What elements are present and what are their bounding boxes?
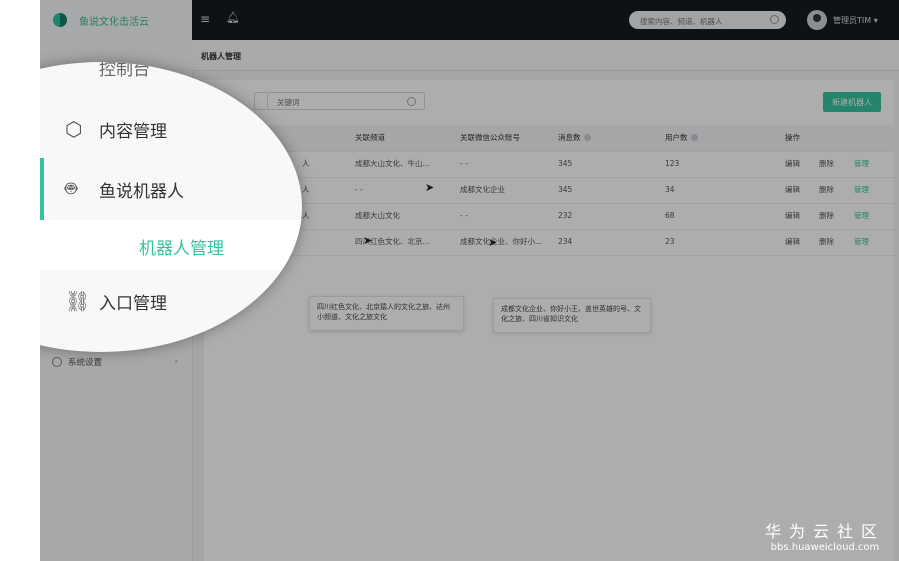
watermark-url: bbs.huaweicloud.com bbox=[770, 542, 880, 553]
mag-item-label: 鱼说机器人 bbox=[99, 181, 184, 202]
mag-item-label: 入口管理 bbox=[99, 293, 167, 314]
mag-subitem-label: 机器人管理 bbox=[139, 239, 224, 259]
link-icon: ⛓︎ bbox=[65, 289, 91, 313]
robot-icon: 🤖︎ bbox=[65, 176, 77, 200]
sidebar-magnifier: 控制台 ⬡ 内容管理 🤖︎ 鱼说机器人 机器人管理 ⛓︎ 入口管理 ⌄ bbox=[40, 62, 302, 352]
active-indicator bbox=[40, 158, 44, 220]
mag-item-label: 控制台 bbox=[99, 62, 150, 80]
watermark-title: 华为云社区 bbox=[764, 522, 885, 541]
cube-icon: ⬡ bbox=[65, 117, 83, 141]
watermark: 华为云社区 bbs.huaweicloud.com bbox=[765, 518, 885, 553]
mag-item-label: 内容管理 bbox=[99, 121, 167, 142]
mag-subitem-robot-manage[interactable]: 机器人管理 bbox=[40, 220, 302, 270]
mag-item-entry[interactable]: ⛓︎ 入口管理 bbox=[40, 276, 302, 326]
mag-item-content[interactable]: ⬡ 内容管理 bbox=[40, 104, 302, 154]
mag-item-console[interactable]: 控制台 bbox=[40, 62, 302, 92]
app-window: 鱼说文化击活云 数据 系统设置 › ≡ 🔔︎ 管理员TIM ▾ 机器人管理 bbox=[40, 0, 899, 561]
mag-item-robot[interactable]: 🤖︎ 鱼说机器人 bbox=[40, 164, 302, 214]
